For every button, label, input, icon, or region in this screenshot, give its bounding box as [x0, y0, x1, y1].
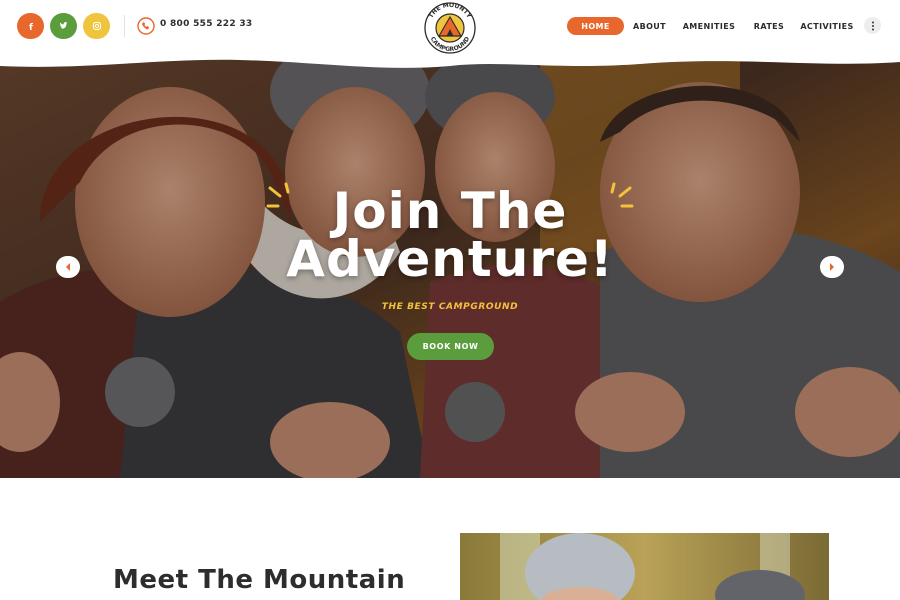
section-heading: Meet The Mountain — [113, 565, 406, 595]
nav-amenities[interactable]: AMENITIES — [683, 17, 735, 35]
nav-activities[interactable]: ACTIVITIES — [800, 17, 853, 35]
campground-logo[interactable]: THE MOUNTY CAMPGROUND — [419, 0, 481, 58]
more-vertical-icon — [871, 21, 874, 30]
slider-prev-button[interactable] — [56, 256, 80, 278]
instagram-icon — [92, 22, 101, 30]
header-divider — [124, 15, 125, 37]
nav-home[interactable]: HOME — [567, 17, 624, 35]
hero-title-line-2: Adventure! — [286, 230, 614, 288]
facebook-icon: f — [29, 23, 33, 31]
slider-next-button[interactable] — [820, 256, 844, 278]
nav-rates[interactable]: RATES — [754, 17, 784, 35]
svg-text:f: f — [29, 23, 33, 31]
hero-subtitle: THE BEST CAMPGROUND — [381, 302, 519, 312]
chevron-right-icon — [830, 263, 834, 271]
section-photo — [460, 533, 829, 600]
instagram-button[interactable] — [83, 13, 110, 39]
hero-slider: Join The Adventure! THE BEST CAMPGROUND … — [0, 52, 900, 478]
facebook-button[interactable]: f — [17, 13, 44, 39]
book-now-button[interactable]: BOOK NOW — [407, 333, 494, 360]
more-menu-button[interactable] — [864, 17, 881, 34]
twitter-icon — [59, 22, 67, 29]
nav-about[interactable]: ABOUT — [633, 17, 666, 35]
twitter-button[interactable] — [50, 13, 77, 39]
site-header: f 0 800 555 222 33 THE MOUNTY CAMPGROUND… — [0, 0, 900, 56]
phone-icon — [137, 17, 155, 35]
phone-number[interactable]: 0 800 555 222 33 — [160, 19, 252, 29]
chevron-left-icon — [66, 263, 70, 271]
